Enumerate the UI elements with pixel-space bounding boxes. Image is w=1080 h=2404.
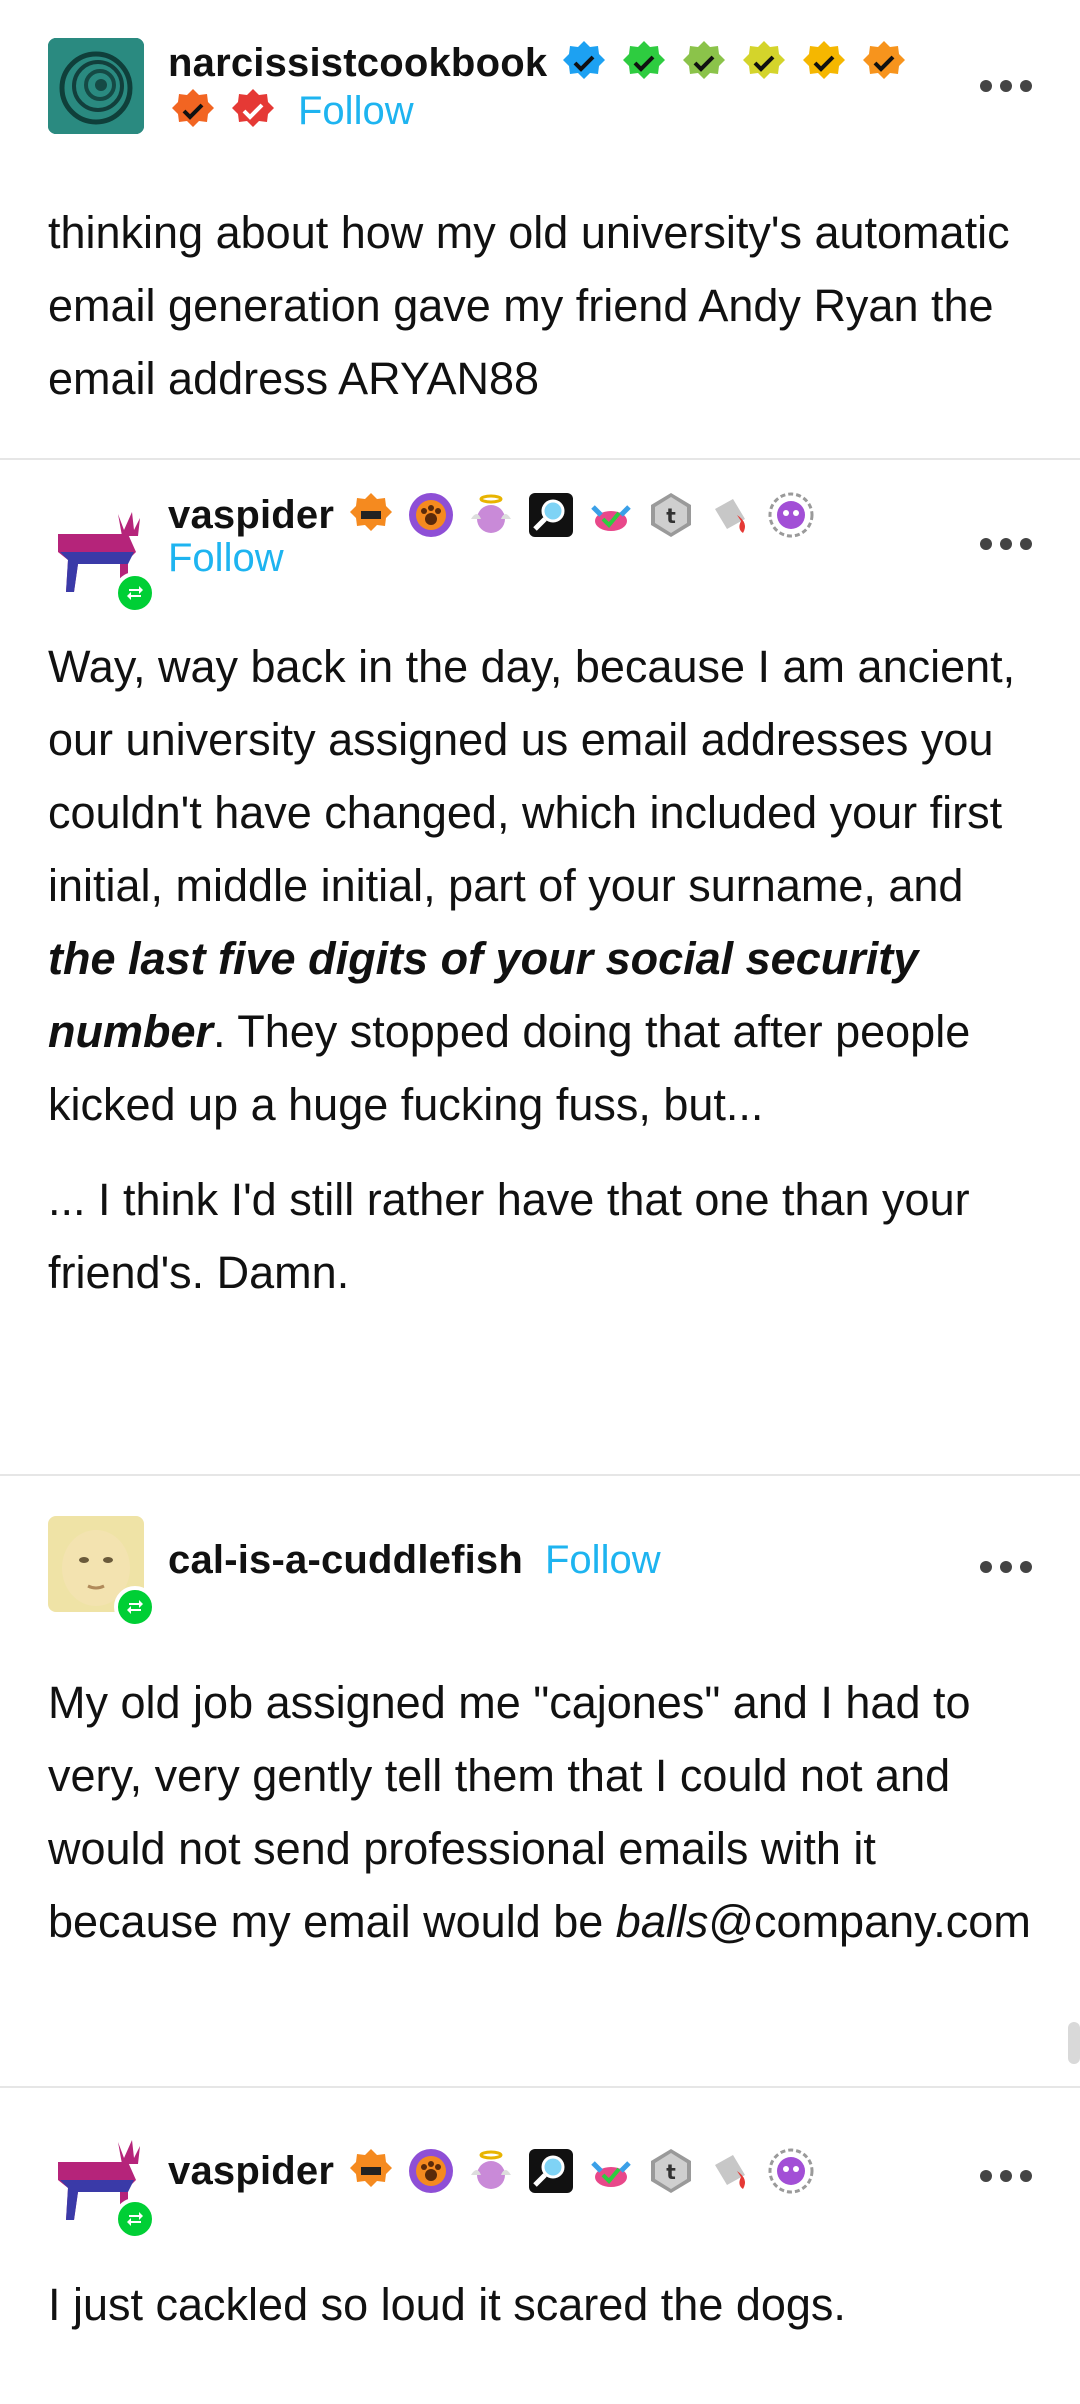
verified-dark-orange-icon xyxy=(168,86,218,136)
angel-icon xyxy=(466,490,516,540)
name-line-2: Follow xyxy=(168,86,414,136)
post-body: thinking about how my old university's a… xyxy=(0,150,1080,415)
dot-icon xyxy=(1000,80,1012,92)
verified-blue-icon xyxy=(559,38,609,88)
more-options-button[interactable] xyxy=(980,1560,1032,1574)
badges: t xyxy=(346,2146,816,2196)
paint-bucket-icon xyxy=(706,2146,756,2196)
dot-icon xyxy=(1000,2170,1012,2182)
ammonite-icon xyxy=(48,38,144,134)
dot-icon xyxy=(1020,2170,1032,2182)
svg-text:t: t xyxy=(666,504,676,528)
post-header: narcissistcookbook Follow xyxy=(0,0,1080,150)
post-paragraph: My old job assigned me "cajones" and I h… xyxy=(48,1666,1032,1958)
chip-icon xyxy=(346,2146,396,2196)
dot-icon xyxy=(1020,538,1032,550)
follow-button[interactable]: Follow xyxy=(298,89,414,134)
username-line: vaspider t xyxy=(168,2146,816,2196)
dot-icon xyxy=(980,538,992,550)
tumblr-icon: t xyxy=(646,2146,696,2196)
reblog-icon xyxy=(127,586,143,600)
post-narcissistcookbook: narcissistcookbook Follow thinking about… xyxy=(0,0,1080,460)
emphasis-text: balls xyxy=(615,1896,709,1947)
angel-icon xyxy=(466,2146,516,2196)
text: @company.com xyxy=(708,1896,1031,1947)
post-header: vaspider t Follow xyxy=(0,460,1080,614)
post-text: thinking about how my old university's a… xyxy=(48,207,1010,404)
paw-icon xyxy=(406,490,456,540)
username-line: vaspider t xyxy=(168,490,816,540)
badges-row-2 xyxy=(168,86,278,136)
follow-button[interactable]: Follow xyxy=(545,1538,661,1583)
magnifier-icon xyxy=(526,490,576,540)
dot-icon xyxy=(1000,538,1012,550)
post-cal-is-a-cuddlefish: cal-is-a-cuddlefish Follow My old job as… xyxy=(0,1476,1080,2088)
paw-icon xyxy=(406,2146,456,2196)
username[interactable]: cal-is-a-cuddlefish xyxy=(168,1538,523,1583)
magnifier-icon xyxy=(526,2146,576,2196)
post-header: cal-is-a-cuddlefish Follow xyxy=(0,1476,1080,1628)
dot-icon xyxy=(980,80,992,92)
username[interactable]: vaspider xyxy=(168,2149,334,2194)
post-vaspider: vaspider t Follow Way, way back in the d… xyxy=(0,460,1080,1476)
username[interactable]: narcissistcookbook xyxy=(168,41,547,86)
post-paragraph: Way, way back in the day, because I am a… xyxy=(48,630,1032,1141)
dot-icon xyxy=(980,1561,992,1573)
follow-button[interactable]: Follow xyxy=(168,536,284,581)
skull-icon xyxy=(766,2146,816,2196)
post-paragraph: ... I think I'd still rather have that o… xyxy=(48,1174,970,1298)
post-vaspider-reply: vaspider t I just cackled so loud it sca… xyxy=(0,2088,1080,2404)
paint-bucket-icon xyxy=(706,490,756,540)
dot-icon xyxy=(1000,1561,1012,1573)
reblog-badge xyxy=(114,1586,156,1628)
crab-icon xyxy=(586,2146,636,2196)
tumblr-icon: t xyxy=(646,490,696,540)
badges xyxy=(559,38,909,88)
more-options-button[interactable] xyxy=(980,79,1032,93)
svg-text:t: t xyxy=(666,2160,676,2184)
avatar[interactable] xyxy=(48,38,144,134)
crab-icon xyxy=(586,490,636,540)
badges: t xyxy=(346,490,816,540)
reblog-icon xyxy=(127,2212,143,2226)
verified-lime-icon xyxy=(679,38,729,88)
post-body: I just cackled so loud it scared the dog… xyxy=(0,2228,1080,2341)
reblog-icon xyxy=(127,1600,143,1614)
verified-gold-icon xyxy=(799,38,849,88)
more-options-button[interactable] xyxy=(980,537,1032,551)
post-body: Way, way back in the day, because I am a… xyxy=(0,600,1080,1309)
more-options-button[interactable] xyxy=(980,2169,1032,2183)
skull-icon xyxy=(766,490,816,540)
username[interactable]: vaspider xyxy=(168,493,334,538)
verified-green-icon xyxy=(619,38,669,88)
verified-yellow-icon xyxy=(739,38,789,88)
dot-icon xyxy=(1020,1561,1032,1573)
verified-orange-icon xyxy=(859,38,909,88)
post-text: I just cackled so loud it scared the dog… xyxy=(48,2279,846,2330)
chip-icon xyxy=(346,490,396,540)
scrollbar[interactable] xyxy=(1068,2022,1080,2064)
post-body: My old job assigned me "cajones" and I h… xyxy=(0,1616,1080,1958)
reblog-badge xyxy=(114,2198,156,2240)
post-header: vaspider t xyxy=(0,2088,1080,2240)
dot-icon xyxy=(980,2170,992,2182)
name-line: narcissistcookbook xyxy=(168,38,909,88)
username-line: cal-is-a-cuddlefish Follow xyxy=(168,1538,661,1583)
text: Way, way back in the day, because I am a… xyxy=(48,641,1016,911)
verified-red-icon xyxy=(228,86,278,136)
reblog-badge xyxy=(114,572,156,614)
dot-icon xyxy=(1020,80,1032,92)
